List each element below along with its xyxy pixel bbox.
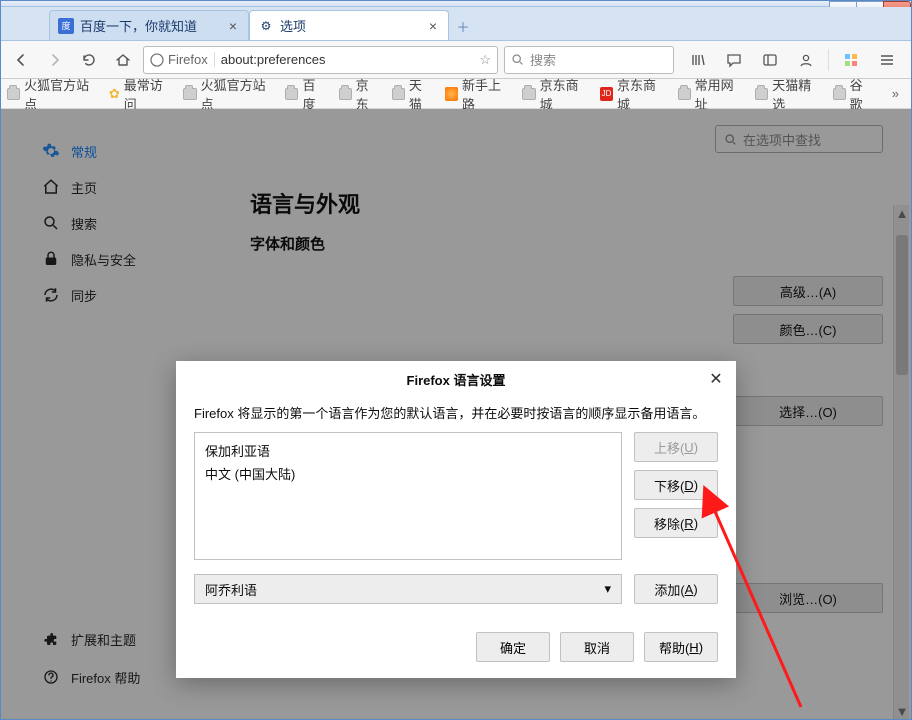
bookmarks-toolbar: 火狐官方站点✿最常访问火狐官方站点百度京东天猫新手上路京东商城JD京东商城常用网… <box>1 79 911 109</box>
add-button[interactable]: 添加(A) <box>634 574 718 604</box>
bookmark-item[interactable]: 常用网址 <box>678 75 744 113</box>
identity-label: Firefox <box>168 52 208 67</box>
tab-baidu[interactable]: 度 百度一下，你就知道 × <box>49 10 249 40</box>
folder-icon <box>522 88 535 100</box>
ff-icon <box>445 87 458 101</box>
separator <box>828 49 829 71</box>
menu-icon[interactable] <box>873 46 901 74</box>
bookmark-item[interactable]: 天猫 <box>392 75 433 113</box>
dialog-close-button[interactable]: ✕ <box>706 369 726 389</box>
bookmark-item[interactable]: 京东商城 <box>522 75 588 113</box>
language-settings-dialog: Firefox 语言设置 ✕ Firefox 将显示的第一个语言作为您的默认语言… <box>176 361 736 678</box>
reload-button[interactable] <box>75 46 103 74</box>
bookmark-star-icon[interactable]: ☆ <box>479 52 491 68</box>
chevron-down-icon: ▾ <box>604 581 611 597</box>
search-icon <box>511 53 524 66</box>
modal-overlay: Firefox 语言设置 ✕ Firefox 将显示的第一个语言作为您的默认语言… <box>1 109 911 719</box>
dialog-title: Firefox 语言设置 <box>176 361 736 397</box>
identity-box[interactable]: Firefox <box>150 52 215 67</box>
bookmark-item[interactable]: ✿最常访问 <box>109 75 172 113</box>
url-text: about:preferences <box>221 52 474 67</box>
folder-icon <box>833 88 846 100</box>
folder-icon <box>7 88 20 100</box>
language-item[interactable]: 保加利亚语 <box>205 439 611 462</box>
bookmark-item[interactable]: 火狐官方站点 <box>7 75 97 113</box>
gear-icon: ⚙ <box>258 18 274 34</box>
preferences-content: 常规主页搜索隐私与安全同步 在选项中查找 语言与外观 字体和颜色 高级…(A) … <box>1 109 911 719</box>
url-bar[interactable]: Firefox about:preferences ☆ <box>143 46 498 74</box>
tab-strip: 度 百度一下，你就知道 × ⚙ 选项 × ＋ <box>1 7 911 41</box>
bookmark-item[interactable]: 新手上路 <box>445 75 511 113</box>
forward-button[interactable] <box>41 46 69 74</box>
dialog-description: Firefox 将显示的第一个语言作为您的默认语言，并在必要时按语言的顺序显示备… <box>194 403 718 422</box>
tab-title: 选项 <box>280 16 420 35</box>
language-item[interactable]: 中文 (中国大陆) <box>205 462 611 485</box>
chat-icon[interactable] <box>720 46 748 74</box>
nav-toolbar: Firefox about:preferences ☆ 搜索 <box>1 41 911 79</box>
bookmarks-overflow-icon[interactable]: » <box>886 86 905 101</box>
sidebar-toggle-icon[interactable] <box>756 46 784 74</box>
folder-icon <box>678 88 691 100</box>
search-bar[interactable]: 搜索 <box>504 46 674 74</box>
move-down-button[interactable]: 下移(D) <box>634 470 718 500</box>
move-up-button[interactable]: 上移(U) <box>634 432 718 462</box>
remove-button[interactable]: 移除(R) <box>634 508 718 538</box>
home-button[interactable] <box>109 46 137 74</box>
bookmark-item[interactable]: 火狐官方站点 <box>183 75 273 113</box>
baidu-favicon: 度 <box>58 18 74 34</box>
bookmark-item[interactable]: 百度 <box>285 75 326 113</box>
back-button[interactable] <box>7 46 35 74</box>
folder-icon <box>339 88 352 100</box>
jd-icon: JD <box>600 87 613 101</box>
star-icon: ✿ <box>109 86 120 102</box>
folder-icon <box>285 88 298 100</box>
language-select-value: 阿乔利语 <box>205 580 257 599</box>
folder-icon <box>755 88 768 100</box>
library-icon[interactable] <box>684 46 712 74</box>
cancel-button[interactable]: 取消 <box>560 632 634 662</box>
language-list[interactable]: 保加利亚语中文 (中国大陆) <box>194 432 622 560</box>
ok-button[interactable]: 确定 <box>476 632 550 662</box>
folder-icon <box>392 88 405 100</box>
folder-icon <box>183 88 196 100</box>
bookmark-item[interactable]: 天猫精选 <box>755 75 821 113</box>
bookmark-item[interactable]: JD京东商城 <box>600 75 666 113</box>
account-icon[interactable] <box>792 46 820 74</box>
bookmark-item[interactable]: 京东 <box>339 75 380 113</box>
search-placeholder: 搜索 <box>530 50 556 69</box>
new-tab-button[interactable]: ＋ <box>449 12 477 40</box>
tab-close-icon[interactable]: × <box>426 19 440 33</box>
tab-close-icon[interactable]: × <box>226 19 240 33</box>
language-select[interactable]: 阿乔利语 ▾ <box>194 574 622 604</box>
firefox-icon <box>150 53 164 67</box>
tab-title: 百度一下，你就知道 <box>80 16 220 35</box>
help-button[interactable]: 帮助(H) <box>644 632 718 662</box>
tab-options[interactable]: ⚙ 选项 × <box>249 10 449 40</box>
extension-icon[interactable] <box>837 46 865 74</box>
bookmark-item[interactable]: 谷歌 <box>833 75 874 113</box>
